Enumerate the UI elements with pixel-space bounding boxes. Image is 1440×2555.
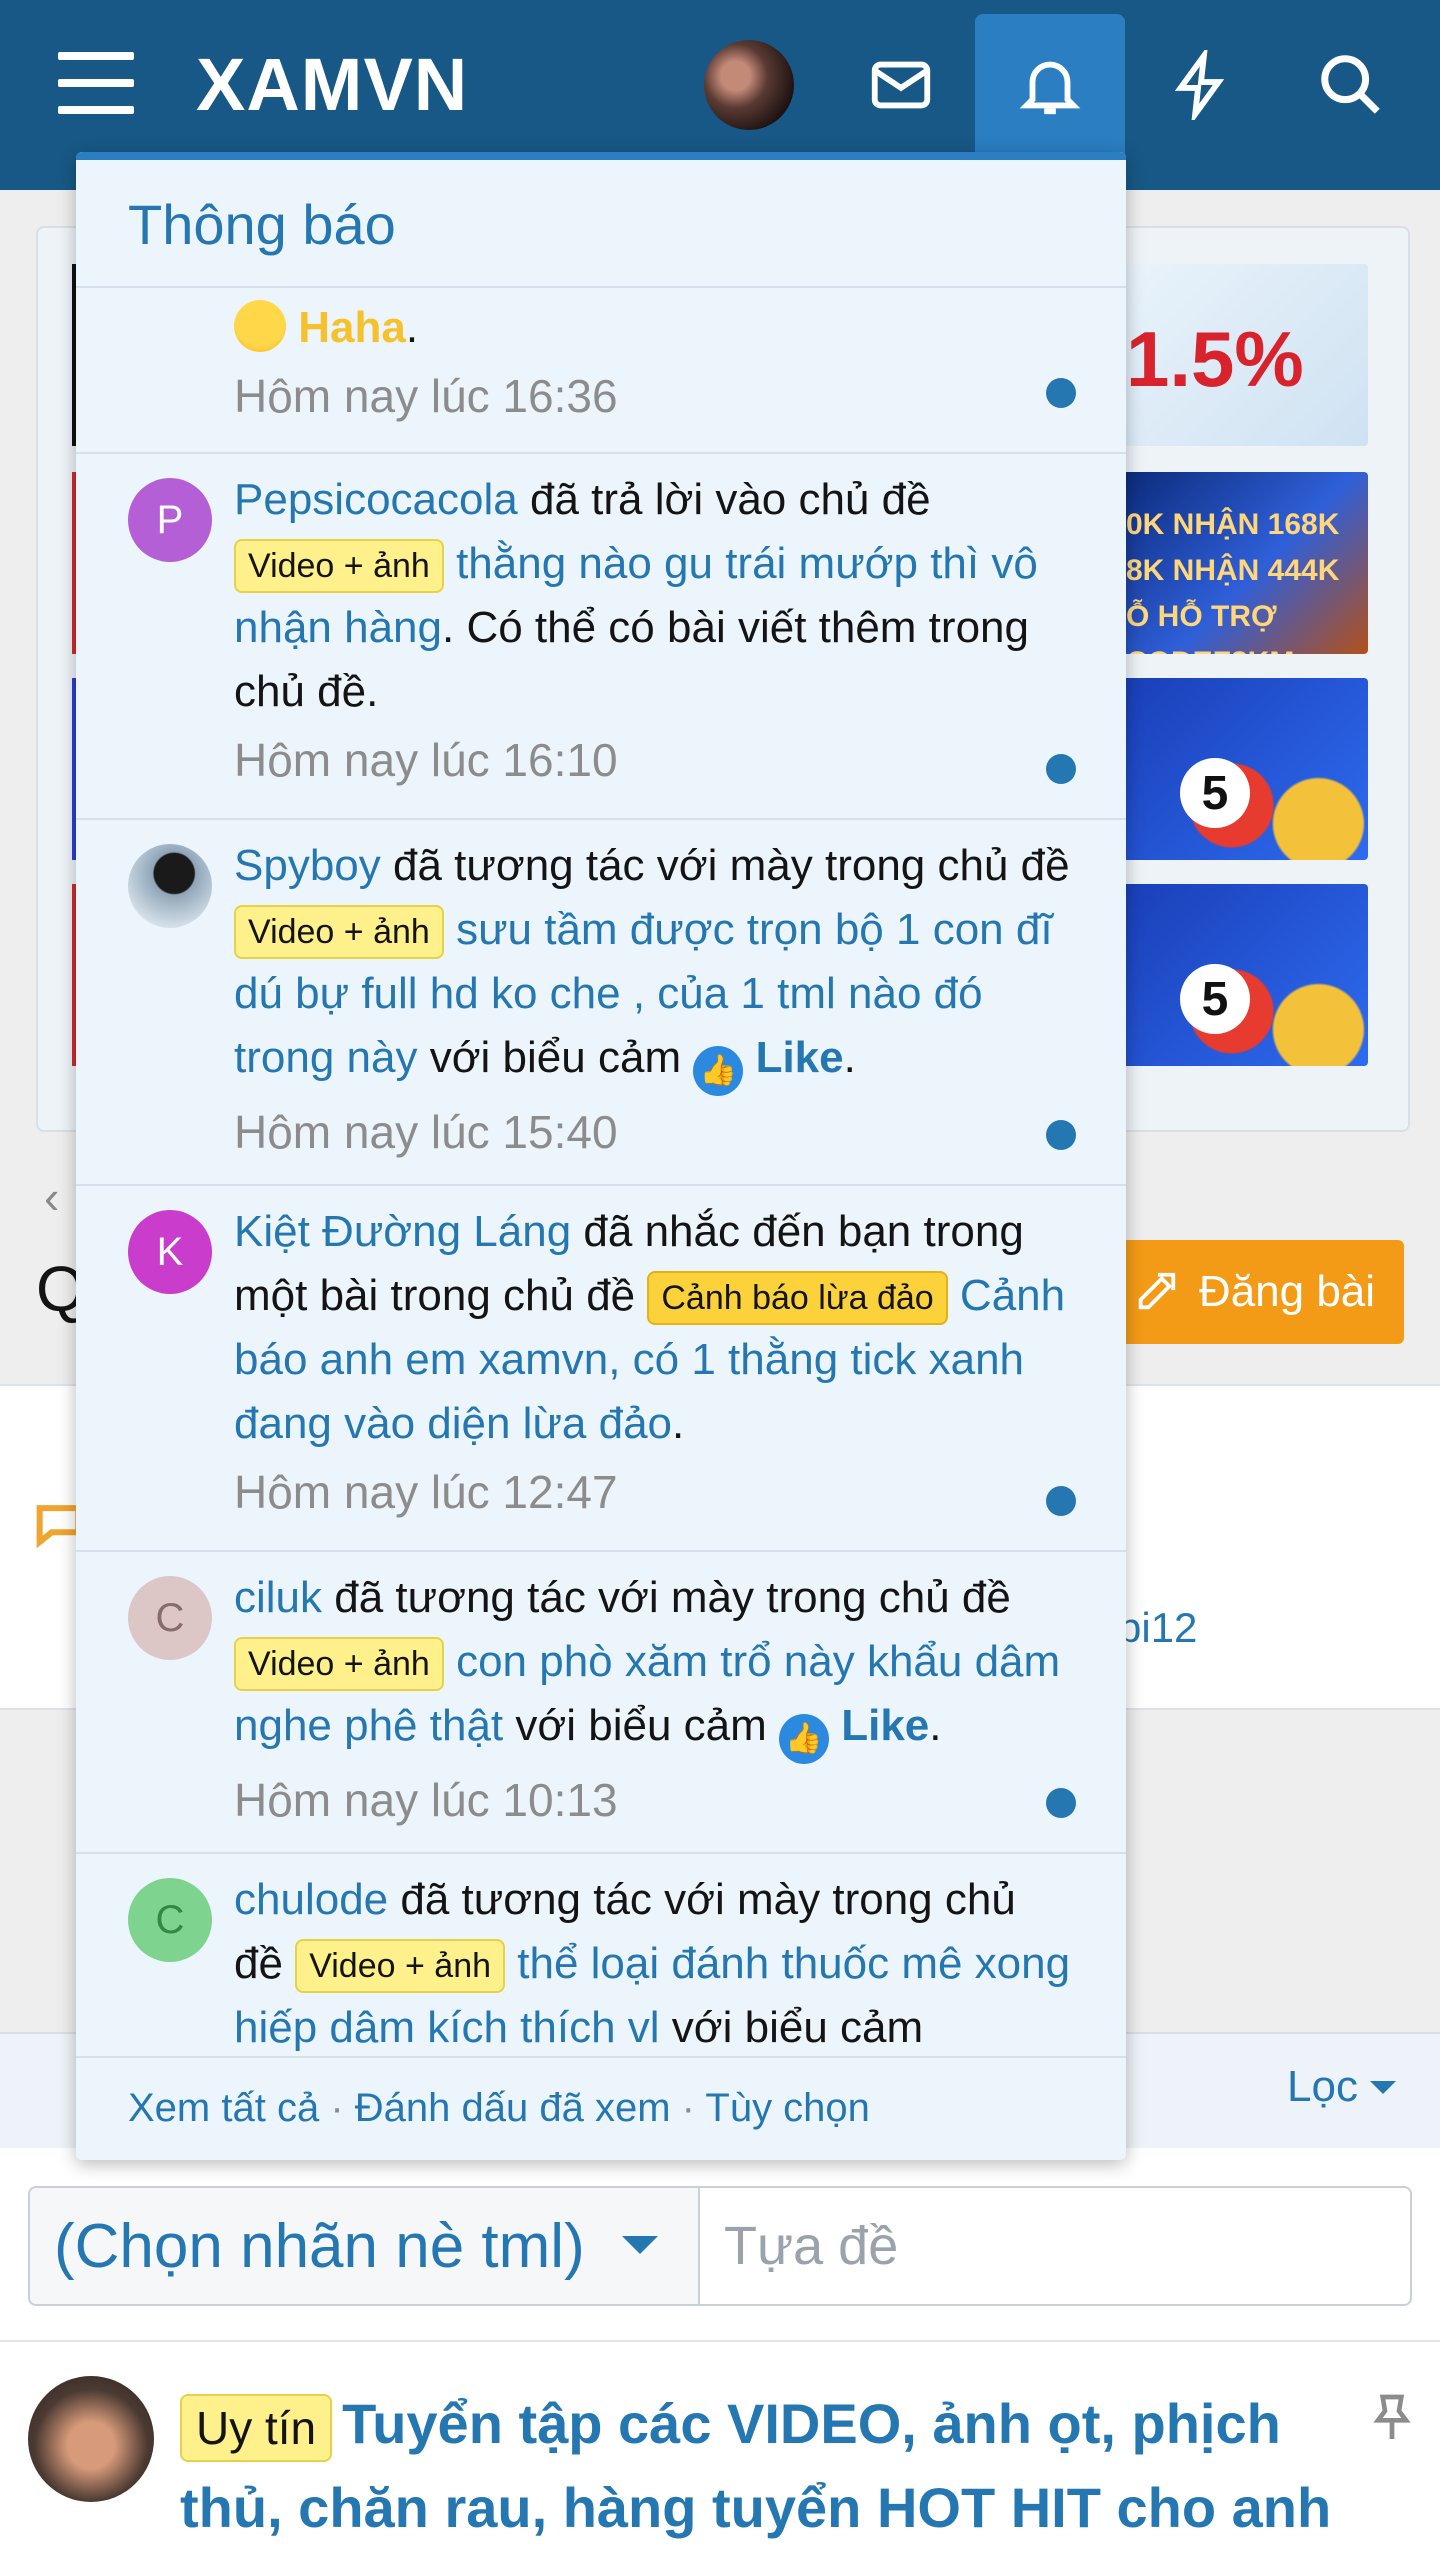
notification-item[interactable]: K Kiệt Đường Láng đã nhắc đến bạn trong … [76,1184,1126,1552]
thread-prefix-tag: Cảnh báo lừa đảo [647,1271,948,1326]
thread-title[interactable]: Uy tín Tuyển tập các VIDEO, ảnh ọt, phịch… [180,2382,1340,2550]
chevron-down-icon [622,2236,658,2254]
unread-dot[interactable] [1046,1120,1076,1150]
notification-time: Hôm nay lúc 10:13 [234,1774,618,1826]
thread-prefix-tag: Video + ảnh [295,1939,506,1994]
notification-time: Hôm nay lúc 12:47 [234,1466,618,1518]
username-link: chulode [234,1875,389,1924]
prefix-select[interactable]: (Chọn nhãn nè tml) [28,2186,698,2306]
ad-banner[interactable]: 5 [1120,678,1368,860]
unread-dot[interactable] [1046,378,1076,408]
unread-dot[interactable] [1046,754,1076,784]
username-link: Pepsicocacola [234,475,518,524]
avatar[interactable]: C [128,1576,212,1660]
notification-item[interactable]: C chulode đã tương tác với mày trong chủ… [76,1852,1126,2056]
avatar[interactable]: K [128,1210,212,1294]
thread-prefix-tag: Video + ảnh [234,905,444,960]
thread-title-input[interactable]: Tựa đề [698,2186,1412,2306]
haha-emoji-icon [234,300,286,352]
notification-time: Hôm nay lúc 16:36 [234,370,618,422]
chevron-down-icon [1370,2080,1396,2094]
preferences-link[interactable]: Tùy chọn [705,2086,870,2130]
bell-icon[interactable] [1005,40,1095,130]
avatar[interactable]: P [128,478,212,562]
lightning-icon[interactable] [1156,40,1246,130]
unread-dot[interactable] [1046,1788,1076,1818]
avatar[interactable]: C [128,1878,212,1962]
unread-dot[interactable] [1046,1486,1076,1516]
filter-button[interactable]: Lọc [1287,2062,1396,2112]
notification-item[interactable]: Spyboy đã tương tác với mày trong chủ đề… [76,818,1126,1186]
avatar[interactable] [128,844,212,928]
notification-item[interactable]: P Pepsicocacola đã trả lời vào chủ đề Vi… [76,452,1126,820]
popup-footer: Xem tất cả · Đánh dấu đã xem · Tùy chọn [76,2056,1126,2160]
like-icon: 👍 [779,1714,829,1764]
notification-time: Hôm nay lúc 16:10 [234,734,618,786]
mark-read-link[interactable]: Đánh dấu đã xem [355,2086,671,2130]
user-avatar[interactable] [704,40,794,130]
username-link: Spyboy [234,841,381,890]
ad-banner[interactable]: 0K NHẬN 168K8K NHẬN 444KỖ HỖ TRỢ CODEF8K… [1120,472,1368,654]
pencil-icon [1138,1272,1176,1310]
thread-prefix-tag: Uy tín [180,2394,333,2463]
menu-icon[interactable] [58,52,134,120]
avatar[interactable] [28,2376,154,2502]
notification-item[interactable]: C ciluk đã tương tác với mày trong chủ đ… [76,1550,1126,1854]
notification-item[interactable]: Haha. Hôm nay lúc 16:36 [76,288,1126,454]
pin-icon [1373,2394,1411,2439]
like-icon: 👍 [693,1046,744,1096]
notifications-popup: Thông báo Haha. Hôm nay lúc 16:36 P Peps… [76,152,1126,2160]
user-link-partial[interactable]: pi12 [1118,1604,1197,1652]
site-logo[interactable]: XAMVN [196,42,468,127]
username-link: ciluk [234,1573,323,1622]
ad-banner[interactable]: 1.5% [1120,264,1368,446]
mail-icon[interactable] [856,40,946,130]
ad-banner[interactable]: 5 [1120,884,1368,1066]
notification-time: Hôm nay lúc 15:40 [234,1106,618,1158]
view-all-link[interactable]: Xem tất cả [128,2086,319,2130]
thread-prefix-tag: Video + ảnh [234,1637,444,1692]
thread-prefix-tag: Video + ảnh [234,539,444,594]
popup-pointer [1028,130,1076,154]
back-arrow-icon[interactable]: ‹ [44,1170,59,1224]
post-thread-button[interactable]: Đăng bài [1104,1240,1404,1344]
search-icon[interactable] [1306,40,1396,130]
popup-title: Thông báo [128,193,396,256]
username-link: Kiệt Đường Láng [234,1207,572,1256]
